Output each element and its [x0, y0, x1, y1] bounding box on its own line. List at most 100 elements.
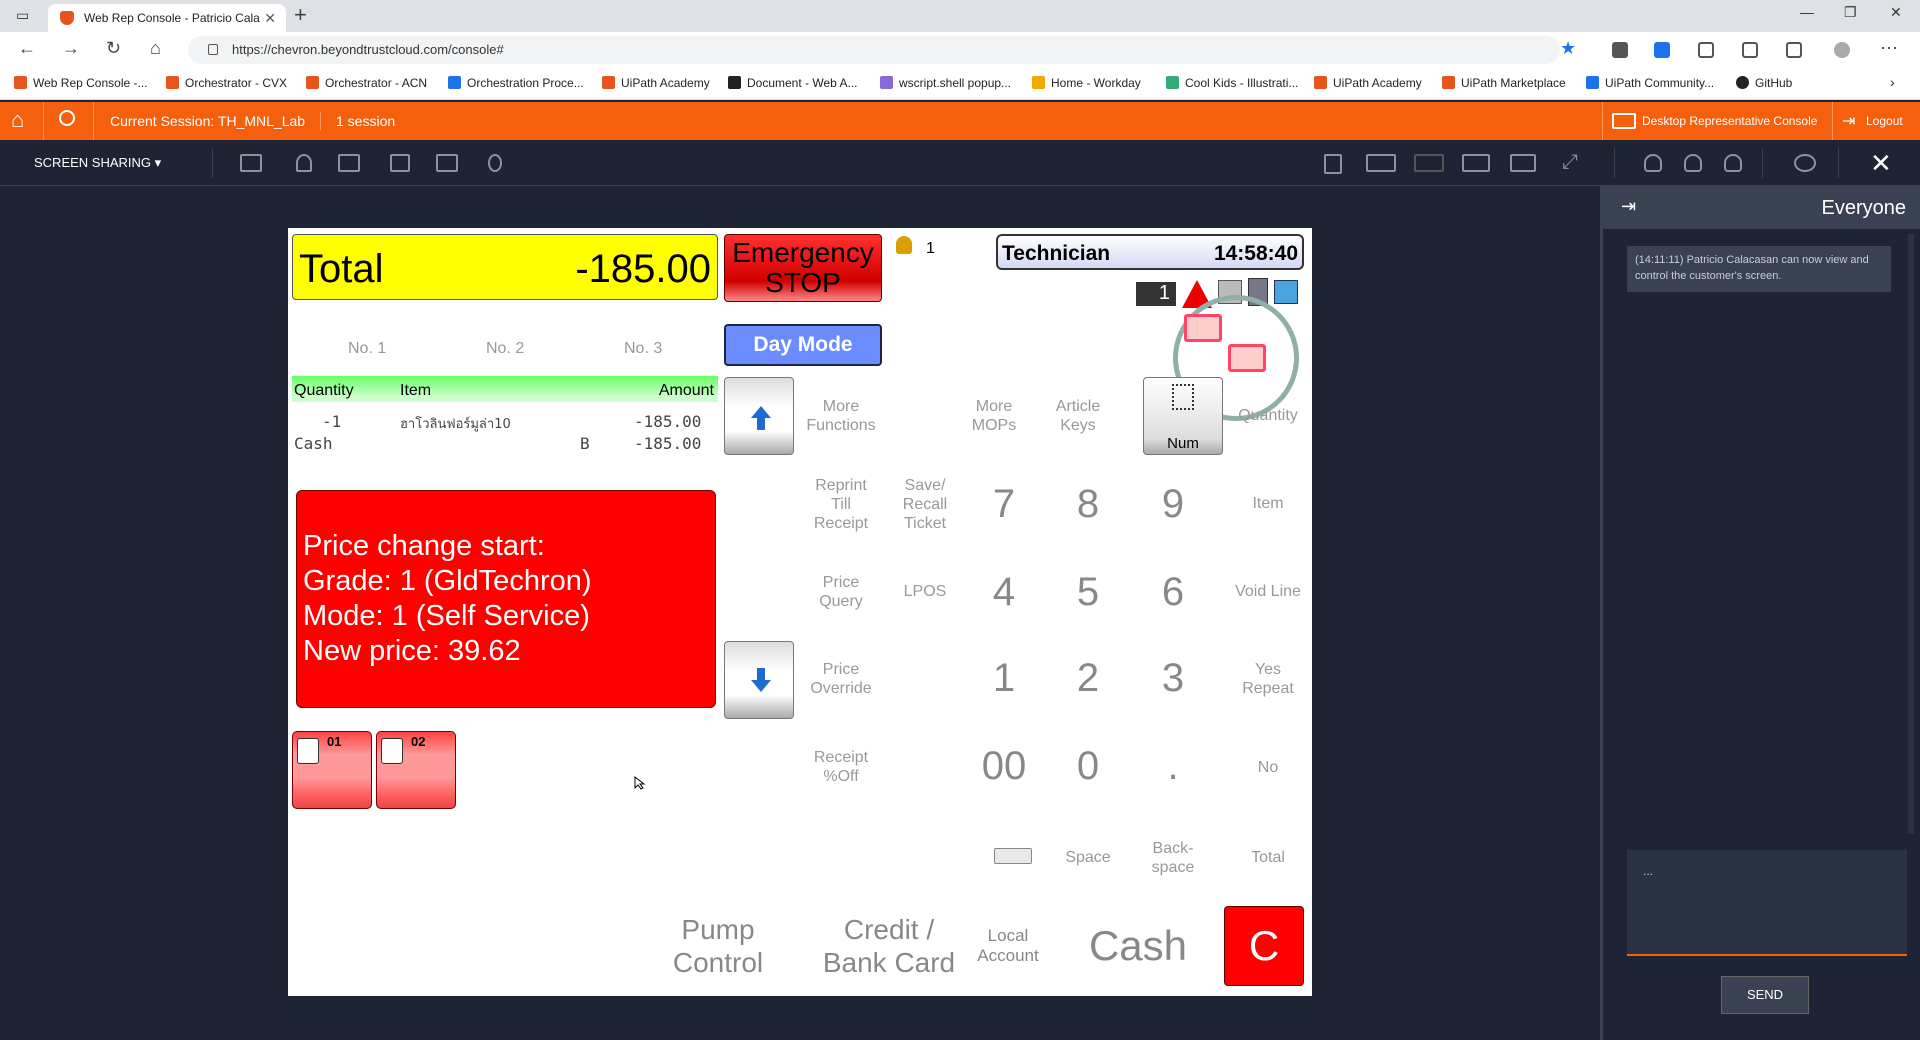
bookmark-item[interactable]: Cool Kids - Illustrati...: [1166, 76, 1298, 90]
new-tab-icon[interactable]: +: [294, 2, 307, 28]
keyboard-key[interactable]: [994, 848, 1032, 864]
digit-8-key[interactable]: 8: [1058, 482, 1118, 527]
tab-actions-icon[interactable]: ▭: [16, 7, 29, 24]
network-icon[interactable]: [1274, 280, 1298, 304]
article-keys-key[interactable]: Article Keys: [1048, 397, 1108, 435]
digit-00-key[interactable]: 00: [964, 744, 1044, 789]
tab-no-3[interactable]: No. 3: [624, 340, 662, 358]
close-session-icon[interactable]: ✕: [1870, 148, 1892, 179]
receipt-off-key[interactable]: Receipt %Off: [796, 748, 886, 786]
backspace-key[interactable]: Back-space: [1133, 839, 1213, 877]
bookmark-item[interactable]: Orchestrator - CVX: [166, 76, 287, 90]
collections-icon[interactable]: [1786, 42, 1802, 58]
puzzle-icon[interactable]: [1698, 42, 1714, 58]
browser-tab[interactable]: Web Rep Console - Patricio Cala ✕: [48, 4, 286, 32]
bookmark-item[interactable]: UiPath Community...: [1586, 76, 1714, 90]
bookmarks-overflow-icon[interactable]: ›: [1890, 74, 1895, 90]
current-session-label[interactable]: Current Session: TH_MNL_Lab: [110, 113, 305, 129]
lpos-key[interactable]: LPOS: [880, 582, 970, 601]
price-query-key[interactable]: Price Query: [796, 573, 886, 611]
bookmark-item[interactable]: Web Rep Console -...: [14, 76, 148, 90]
scroll-up-button[interactable]: [724, 377, 794, 455]
restore-icon[interactable]: ❐: [1844, 4, 1857, 21]
home-icon[interactable]: ⌂: [150, 38, 161, 59]
profile-avatar[interactable]: [1834, 42, 1850, 58]
digit-6-key[interactable]: 6: [1143, 570, 1203, 615]
bookmark-item[interactable]: UiPath Marketplace: [1442, 76, 1566, 90]
uipath-extension-icon[interactable]: [1654, 42, 1670, 58]
bookmark-item[interactable]: wscript.shell popup...: [880, 76, 1011, 90]
url-field[interactable]: https://chevron.beyondtrustcloud.com/con…: [188, 36, 1560, 64]
bookmark-item[interactable]: UiPath Academy: [602, 76, 710, 90]
dual-monitor-icon[interactable]: [1414, 154, 1444, 172]
tab-no-2[interactable]: No. 2: [486, 340, 524, 358]
screen-sharing-dropdown[interactable]: SCREEN SHARING ▾: [34, 155, 161, 171]
exit-chat-icon[interactable]: ⇥: [1621, 196, 1636, 217]
digit-5-key[interactable]: 5: [1058, 570, 1118, 615]
clipboard-icon[interactable]: [1324, 154, 1342, 174]
emergency-stop-button[interactable]: Emergency STOP: [724, 234, 882, 302]
keyboard-icon[interactable]: [1366, 154, 1396, 172]
decimal-key[interactable]: .: [1143, 744, 1203, 789]
bookmark-item[interactable]: Orchestrator - ACN: [306, 76, 427, 90]
more-mops-key[interactable]: More MOPs: [964, 397, 1024, 435]
digit-4-key[interactable]: 4: [974, 570, 1034, 615]
monitor-view-icon[interactable]: [240, 154, 262, 172]
close-window-icon[interactable]: ✕: [1890, 4, 1902, 21]
transfer-user-icon[interactable]: [1724, 154, 1742, 172]
reprint-key[interactable]: Reprint Till Receipt: [796, 476, 886, 533]
tab-no-1[interactable]: No. 1: [348, 340, 386, 358]
total-key[interactable]: Total: [1228, 848, 1308, 867]
no-key[interactable]: No: [1228, 758, 1308, 777]
remote-screen[interactable]: Total -185.00 Emergency STOP 1 Technicia…: [288, 228, 1312, 996]
bookmark-item[interactable]: Orchestration Proce...: [448, 76, 584, 90]
local-account-button[interactable]: Local Account: [968, 926, 1048, 966]
minimize-icon[interactable]: —: [1800, 4, 1814, 20]
back-icon[interactable]: ←: [18, 38, 36, 59]
price-override-key[interactable]: Price Override: [796, 660, 886, 698]
refresh-icon[interactable]: ↻: [106, 38, 121, 59]
display-select-icon[interactable]: [338, 154, 360, 172]
save-recall-key[interactable]: Save/Recall Ticket: [880, 476, 970, 533]
more-functions-key[interactable]: More Functions: [796, 397, 886, 435]
digit-2-key[interactable]: 2: [1058, 656, 1118, 701]
digit-1-key[interactable]: 1: [974, 656, 1034, 701]
forward-icon[interactable]: →: [62, 38, 80, 59]
credit-bank-card-button[interactable]: Credit / Bank Card: [804, 913, 974, 979]
scroll-down-button[interactable]: [724, 641, 794, 719]
pump-01-button[interactable]: 01: [292, 731, 372, 809]
bookmark-item[interactable]: UiPath Academy: [1314, 76, 1422, 90]
digit-7-key[interactable]: 7: [974, 482, 1034, 527]
special-keys-icon[interactable]: [390, 154, 410, 172]
logout-link[interactable]: Logout: [1866, 114, 1903, 128]
item-key[interactable]: Item: [1228, 494, 1308, 513]
favorite-star-icon[interactable]: ★: [1560, 38, 1576, 59]
bookmark-item[interactable]: GitHub: [1736, 76, 1792, 90]
chat-input[interactable]: ...: [1627, 850, 1907, 956]
actual-size-icon[interactable]: [1510, 154, 1536, 172]
add-user-icon[interactable]: [1644, 154, 1662, 172]
extension-icon[interactable]: [1612, 42, 1628, 58]
space-key[interactable]: Space: [1058, 848, 1118, 867]
digit-0-key[interactable]: 0: [1058, 744, 1118, 789]
digit-3-key[interactable]: 3: [1143, 656, 1203, 701]
session-count[interactable]: 1 session: [336, 113, 395, 129]
favorites-icon[interactable]: [1742, 42, 1758, 58]
key-icon[interactable]: [488, 154, 502, 172]
close-tab-icon[interactable]: ✕: [264, 4, 276, 32]
digit-9-key[interactable]: 9: [1143, 482, 1203, 527]
bookmark-item[interactable]: Home - Workday: [1032, 76, 1141, 90]
chat-recipient[interactable]: Everyone: [1822, 197, 1907, 220]
num-key[interactable]: Num: [1143, 377, 1223, 455]
invite-user-icon[interactable]: [1684, 154, 1702, 172]
annotation-icon[interactable]: [436, 154, 458, 172]
more-menu-icon[interactable]: ⋯: [1880, 38, 1898, 59]
day-mode-button[interactable]: Day Mode: [724, 324, 882, 366]
mouse-icon[interactable]: [296, 154, 312, 172]
clear-button[interactable]: C: [1224, 906, 1304, 986]
yes-repeat-key[interactable]: Yes Repeat: [1228, 660, 1308, 698]
fit-screen-icon[interactable]: [1462, 154, 1490, 172]
send-button[interactable]: SEND: [1721, 976, 1809, 1014]
desktop-console-link[interactable]: Desktop Representative Console: [1642, 114, 1817, 128]
fullscreen-icon[interactable]: ⤢: [1562, 151, 1578, 174]
